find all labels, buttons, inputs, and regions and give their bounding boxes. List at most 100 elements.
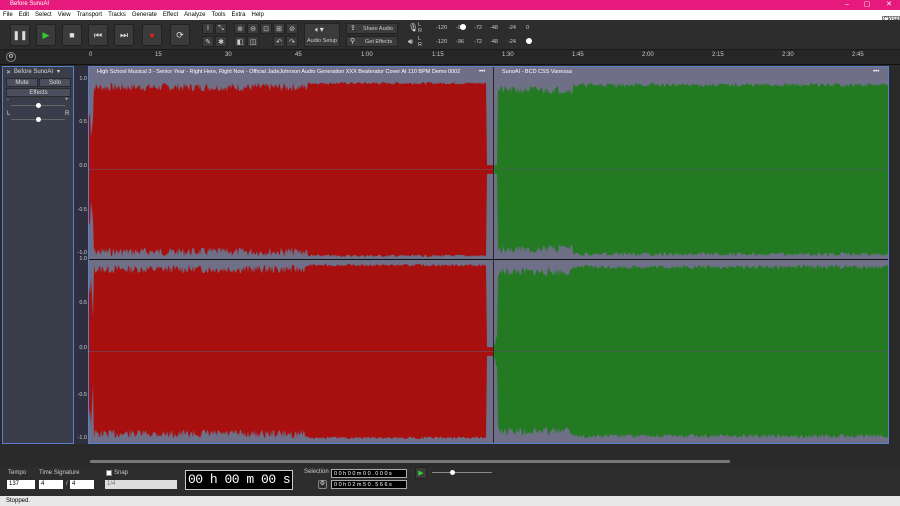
selection-end[interactable]: 0 0 h 0 2 m 5 0 . 5 6 6 s bbox=[331, 480, 407, 489]
waveform-channel-left bbox=[89, 81, 493, 258]
play-button[interactable]: ▶ bbox=[36, 24, 56, 46]
get-effects-button[interactable]: ⚲ Get Effects bbox=[346, 36, 398, 47]
pan-right-label: R bbox=[65, 111, 70, 117]
solo-button[interactable]: Solo bbox=[39, 78, 71, 87]
pause-button[interactable]: ❚❚ bbox=[10, 24, 30, 46]
ruler-tick: 45 bbox=[295, 52, 302, 58]
minimize-button[interactable]: – bbox=[838, 0, 856, 10]
menu-help[interactable]: Help bbox=[252, 12, 264, 18]
track-name[interactable]: Before SunoAI bbox=[14, 69, 53, 75]
play-icon: ▶ bbox=[42, 29, 50, 40]
menu-select[interactable]: Select bbox=[35, 12, 52, 18]
speaker-meter-icon: 🔊︎ bbox=[408, 37, 414, 46]
scale-label: 0.0 bbox=[79, 345, 87, 351]
time-signature-numerator[interactable]: 4 bbox=[39, 480, 63, 489]
undo-button[interactable]: ↶ bbox=[273, 36, 285, 47]
stop-button[interactable]: ■ bbox=[62, 24, 82, 46]
silence-button[interactable]: ◫ bbox=[247, 36, 259, 47]
snap-label: Snap bbox=[114, 470, 129, 476]
zoom-toggle-button[interactable]: ⊘ bbox=[286, 23, 298, 34]
play-tick: -96 bbox=[456, 39, 464, 45]
tempo-input[interactable]: 137 bbox=[7, 480, 35, 489]
close-button[interactable]: ✕ bbox=[880, 0, 898, 10]
envelope-tool[interactable]: ⤡ bbox=[215, 23, 227, 34]
multi-tool[interactable]: ✱ bbox=[215, 36, 227, 47]
fit-project-button[interactable]: ⊞ bbox=[273, 23, 285, 34]
waveform-svg bbox=[89, 263, 493, 440]
selection-options-icon[interactable]: ⚙ bbox=[318, 480, 327, 489]
trim-button[interactable]: ◧ bbox=[234, 36, 246, 47]
menu-view[interactable]: View bbox=[58, 12, 71, 18]
snap-select[interactable]: 1/4 bbox=[105, 480, 177, 489]
rec-tick: 0 bbox=[526, 25, 530, 31]
speed-slider-handle[interactable] bbox=[450, 470, 455, 475]
draw-tool[interactable]: ✎ bbox=[202, 36, 214, 47]
clip-waveform-1[interactable] bbox=[89, 77, 493, 443]
selection-start[interactable]: 0 0 h 0 0 m 0 0 . 0 0 0 s bbox=[331, 469, 407, 478]
time-display[interactable]: 00 h 00 m 00 s bbox=[185, 470, 293, 490]
menu-analyze[interactable]: Analyze bbox=[184, 12, 205, 18]
fit-project-icon: ⊞ bbox=[276, 25, 282, 33]
horizontal-scrollbar[interactable] bbox=[90, 460, 730, 463]
menu-tools[interactable]: Tools bbox=[211, 12, 225, 18]
menu-extra[interactable]: Extra bbox=[231, 12, 245, 18]
waveform-svg bbox=[494, 264, 888, 439]
playback-meter[interactable]: -120 -96 -72 -48 -24 0 bbox=[424, 37, 534, 47]
track-menu-caret[interactable]: ▾ bbox=[57, 68, 60, 75]
clip-header-2[interactable]: SunoAI - BCD CSS Vanessa bbox=[494, 67, 888, 77]
fit-selection-button[interactable]: ⊡ bbox=[260, 23, 272, 34]
play-tick: -48 bbox=[490, 39, 498, 45]
zoom-out-button[interactable]: ⊖ bbox=[247, 23, 259, 34]
time-signature-denominator[interactable]: 4 bbox=[70, 480, 94, 489]
play-meter-r: R bbox=[418, 42, 422, 48]
timeline-options-icon[interactable]: ⚙ bbox=[6, 52, 16, 62]
record-level-handle[interactable] bbox=[460, 24, 466, 30]
zoom-in-button[interactable]: ⊕ bbox=[234, 23, 246, 34]
playback-level-handle[interactable] bbox=[526, 38, 532, 44]
timeline-ruler[interactable]: ⚙ 0 15 30 45 1:00 1:15 1:30 1:45 2:00 2:… bbox=[0, 50, 900, 65]
menu-file[interactable]: File bbox=[3, 12, 13, 18]
pan-left-label: L bbox=[7, 111, 11, 117]
gain-slider-handle[interactable] bbox=[36, 103, 41, 108]
record-meter[interactable]: -120 -96 -72 -48 -24 0 bbox=[424, 23, 534, 33]
status-bar: Stopped. bbox=[0, 496, 900, 506]
clip-header-1[interactable]: High School Musical 3 - Senior Year - Ri… bbox=[89, 67, 493, 77]
menu-generate[interactable]: Generate bbox=[132, 12, 157, 18]
loop-button[interactable]: ⟳ bbox=[170, 24, 190, 46]
play-at-speed-button[interactable]: ▶ bbox=[415, 467, 427, 479]
menu-tracks[interactable]: Tracks bbox=[108, 12, 126, 18]
scale-label: 1.0 bbox=[79, 256, 87, 262]
skip-start-icon: ⏮ bbox=[93, 29, 103, 40]
skip-end-button[interactable]: ⏭ bbox=[114, 24, 134, 46]
effects-button[interactable]: Effects bbox=[6, 88, 71, 97]
toolbar: ❚❚ ▶ ■ ⏮ ⏭ ● ⟳ I ⤡ ✎ ✱ ⊕ ⊖ ⊡ ⊞ ⊘ ◧ ◫ ↶ ↷… bbox=[0, 20, 900, 50]
mute-button[interactable]: Mute bbox=[6, 78, 38, 87]
speaker-icon: 🔈︎▾ bbox=[315, 25, 324, 34]
scale-label: 1.0 bbox=[79, 76, 87, 82]
selection-tool[interactable]: I bbox=[202, 23, 214, 34]
track-clips-area[interactable]: High School Musical 3 - Senior Year - Ri… bbox=[88, 66, 889, 444]
pan-slider-handle[interactable] bbox=[36, 117, 41, 122]
menu-edit[interactable]: Edit bbox=[19, 12, 29, 18]
menu-effect[interactable]: Effect bbox=[163, 12, 178, 18]
menu-transport[interactable]: Transport bbox=[77, 12, 102, 18]
skip-start-button[interactable]: ⏮ bbox=[88, 24, 108, 46]
track-close-button[interactable]: ✕ bbox=[6, 69, 11, 76]
play-icon: ▶ bbox=[418, 470, 424, 477]
clip-menu-2[interactable]: ••• bbox=[873, 67, 879, 77]
share-audio-button[interactable]: ⇪ Share Audio bbox=[346, 23, 398, 34]
playback-speed-slider[interactable] bbox=[432, 470, 492, 475]
scale-label: -0.5 bbox=[77, 207, 87, 213]
clip-waveform-2[interactable] bbox=[494, 77, 888, 443]
clip-menu-1[interactable]: ••• bbox=[479, 67, 485, 77]
maximize-button[interactable]: ▢ bbox=[858, 0, 876, 10]
clip-title-1: High School Musical 3 - Senior Year - Ri… bbox=[97, 69, 461, 75]
redo-button[interactable]: ↷ bbox=[286, 36, 298, 47]
snap-checkbox[interactable] bbox=[106, 470, 112, 476]
record-button[interactable]: ● bbox=[142, 24, 162, 46]
gain-slider[interactable] bbox=[11, 103, 65, 108]
audio-setup-button[interactable]: 🔈︎▾ Audio Setup bbox=[304, 23, 340, 47]
ruler-tick: 2:30 bbox=[782, 52, 794, 58]
track-control-panel[interactable]: ✕ Before SunoAI ▾ Mute Solo Effects - + … bbox=[2, 66, 74, 444]
pan-slider[interactable] bbox=[11, 117, 65, 122]
